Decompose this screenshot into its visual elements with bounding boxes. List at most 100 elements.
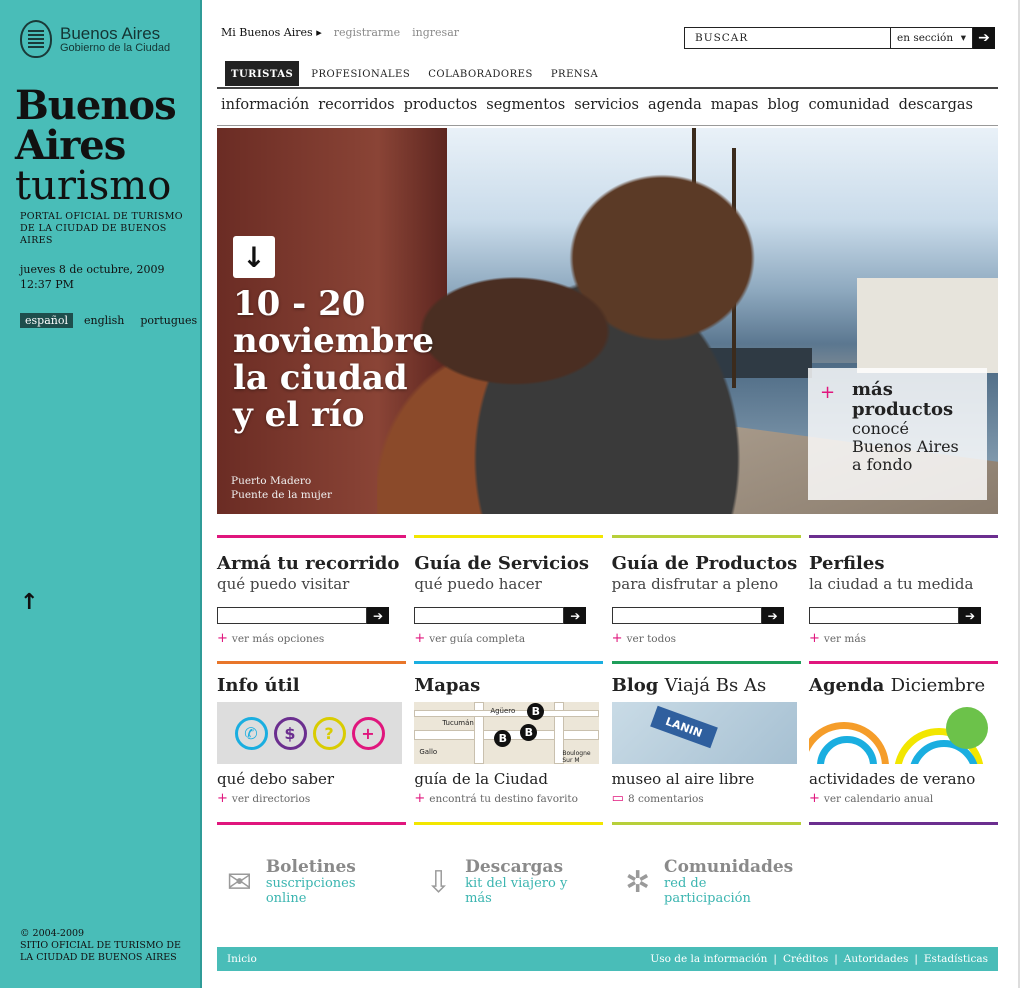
comment-icon: ▭ <box>611 791 624 806</box>
more-sub: Buenos Aires <box>852 437 959 456</box>
arrow-down-icon[interactable]: ↓ <box>233 236 275 278</box>
nav-servicios[interactable]: servicios <box>574 97 639 113</box>
card-go-button[interactable]: ➔ <box>564 607 587 624</box>
card-caption[interactable]: qué debo saber <box>217 770 406 788</box>
search-input[interactable]: BUSCAR <box>684 27 891 49</box>
card-title[interactable]: Armá tu recorrido <box>217 554 406 574</box>
register-link[interactable]: registrarme <box>334 26 400 39</box>
lang-espanol[interactable]: español <box>20 313 73 328</box>
nav-blog[interactable]: blog <box>768 97 800 113</box>
search-scope-select[interactable]: en sección ▾ <box>891 27 973 49</box>
mi-buenos-aires-link[interactable]: Mi Buenos Aires ▸ <box>221 26 322 39</box>
time-text: 12:37 PM <box>20 278 74 291</box>
nav-productos[interactable]: productos <box>404 97 478 113</box>
tab-profesionales[interactable]: PROFESIONALES <box>305 61 416 86</box>
footer-bar: Inicio Uso de la información | Créditos | … <box>217 947 998 971</box>
plus-icon: + <box>217 631 228 646</box>
nav-descargas[interactable]: descargas <box>899 97 973 113</box>
card-link[interactable]: + ver todos <box>612 631 801 646</box>
nav-agenda[interactable]: agenda <box>648 97 702 113</box>
card-search: ➔ <box>217 607 389 624</box>
map-pin-icon: B <box>494 730 512 747</box>
brand-word-2: Aires <box>15 122 126 169</box>
color-bar <box>808 822 998 825</box>
lang-portugues[interactable]: portugues <box>135 313 202 328</box>
card-link[interactable]: + ver más <box>809 631 998 646</box>
card-productos: Guía de Productos para disfrutar a pleno… <box>611 535 801 646</box>
nav-comunidad[interactable]: comunidad <box>808 97 889 113</box>
question-icon: ? <box>312 716 346 750</box>
descargas-link[interactable]: ⇩ Descargas kit del viajero y más <box>420 858 595 906</box>
more-sub: conocé <box>852 419 909 438</box>
info-icons-thumb[interactable]: ✆ $ ? + <box>217 702 402 764</box>
card-subtitle: para disfrutar a pleno <box>611 575 779 593</box>
agenda-thumb[interactable] <box>808 702 994 764</box>
card-search-input[interactable] <box>414 607 565 624</box>
boletines-link[interactable]: ✉ Boletines suscripciones online <box>221 858 396 906</box>
search-submit-button[interactable]: ➔ <box>973 27 995 49</box>
card-search-input[interactable] <box>217 607 367 624</box>
card-color-bar <box>611 535 801 538</box>
comunidades-link[interactable]: ✲ Comunidades red de participación <box>619 858 794 906</box>
card-title[interactable]: Info útil <box>217 676 406 696</box>
map-thumb[interactable]: B B B Tucumán Agüero Gallo Boulogne Sur … <box>414 702 600 764</box>
tab-prensa[interactable]: PRENSA <box>545 61 604 86</box>
copyright: © 2004-2009 SITIO OFICIAL DE TURISMO DE … <box>20 928 195 964</box>
card-caption[interactable]: actividades de verano <box>809 770 998 788</box>
plus-icon: + <box>414 791 426 806</box>
card-agenda: Agenda Diciembre actividades de verano +… <box>808 661 998 806</box>
comments-link[interactable]: ▭ 8 comentarios <box>612 791 801 806</box>
login-link[interactable]: ingresar <box>412 26 459 39</box>
card-title[interactable]: Agenda Diciembre <box>809 676 998 696</box>
footer-link-uso[interactable]: Uso de la información <box>650 953 767 965</box>
card-search-input[interactable] <box>808 607 959 624</box>
card-title[interactable]: Blog Viajá Bs As <box>612 676 801 696</box>
lang-english[interactable]: english <box>79 313 129 328</box>
blog-thumb[interactable]: LANIN <box>611 702 797 764</box>
card-go-button[interactable]: ➔ <box>958 607 981 624</box>
more-products-box[interactable]: + más productos conocé Buenos Aires a fo… <box>808 368 987 500</box>
card-color-bar <box>611 661 801 664</box>
card-link[interactable]: + ver más opciones <box>217 631 406 646</box>
card-search-input[interactable] <box>611 607 762 624</box>
arrow-up-icon[interactable]: ↑ <box>20 592 38 614</box>
site-brand[interactable]: Buenos Aires turismo <box>15 86 177 207</box>
phone-icon: ✆ <box>234 716 268 750</box>
extra-sub: red de participación <box>664 876 751 906</box>
network-icon: ✲ <box>624 864 651 900</box>
card-link[interactable]: + ver calendario anual <box>809 791 998 806</box>
card-link[interactable]: + ver directorios <box>217 791 406 806</box>
card-caption[interactable]: museo al aire libre <box>612 770 801 788</box>
nav-segmentos[interactable]: segmentos <box>486 97 565 113</box>
card-color-bar <box>414 535 604 538</box>
card-title-text: Blog <box>611 675 659 696</box>
health-plus-icon: + <box>351 716 385 750</box>
street-sign-text: LANIN <box>663 714 704 740</box>
hero-banner[interactable]: ↓ 10 - 20 noviembre la ciudad y el río P… <box>217 128 998 514</box>
card-go-button[interactable]: ➔ <box>367 607 389 624</box>
card-go-button[interactable]: ➔ <box>761 607 784 624</box>
card-title[interactable]: Mapas <box>414 676 603 696</box>
card-title[interactable]: Guía de Servicios <box>414 554 603 574</box>
card-caption[interactable]: guía de la Ciudad <box>414 770 603 788</box>
tab-turistas[interactable]: TURISTAS <box>225 61 300 86</box>
card-search: ➔ <box>611 607 784 624</box>
card-link[interactable]: + ver guía completa <box>414 631 603 646</box>
info-cards: Info útil ✆ $ ? + qué debo saber + ver di… <box>217 661 998 806</box>
nav-mapas[interactable]: mapas <box>711 97 759 113</box>
map-street-label: Gallo <box>419 748 438 756</box>
nav-informacion[interactable]: información <box>221 97 309 113</box>
extra-title: Descargas <box>465 857 564 877</box>
footer-link-creditos[interactable]: Créditos <box>783 953 828 965</box>
tab-colaboradores[interactable]: COLABORADORES <box>422 61 539 86</box>
card-link[interactable]: + encontrá tu destino favorito <box>414 791 603 806</box>
card-title[interactable]: Perfiles <box>809 554 998 574</box>
gobierno-logo[interactable]: Buenos Aires Gobierno de la Ciudad <box>20 20 170 58</box>
footer-link-estadisticas[interactable]: Estadísticas <box>924 953 988 965</box>
nav-recorridos[interactable]: recorridos <box>318 97 394 113</box>
card-title-extra: Diciembre <box>890 675 986 696</box>
card-title[interactable]: Guía de Productos <box>612 554 801 574</box>
footer-link-autoridades[interactable]: Autoridades <box>844 953 909 965</box>
more-title: productos <box>852 399 954 420</box>
footer-home-link[interactable]: Inicio <box>227 953 257 965</box>
